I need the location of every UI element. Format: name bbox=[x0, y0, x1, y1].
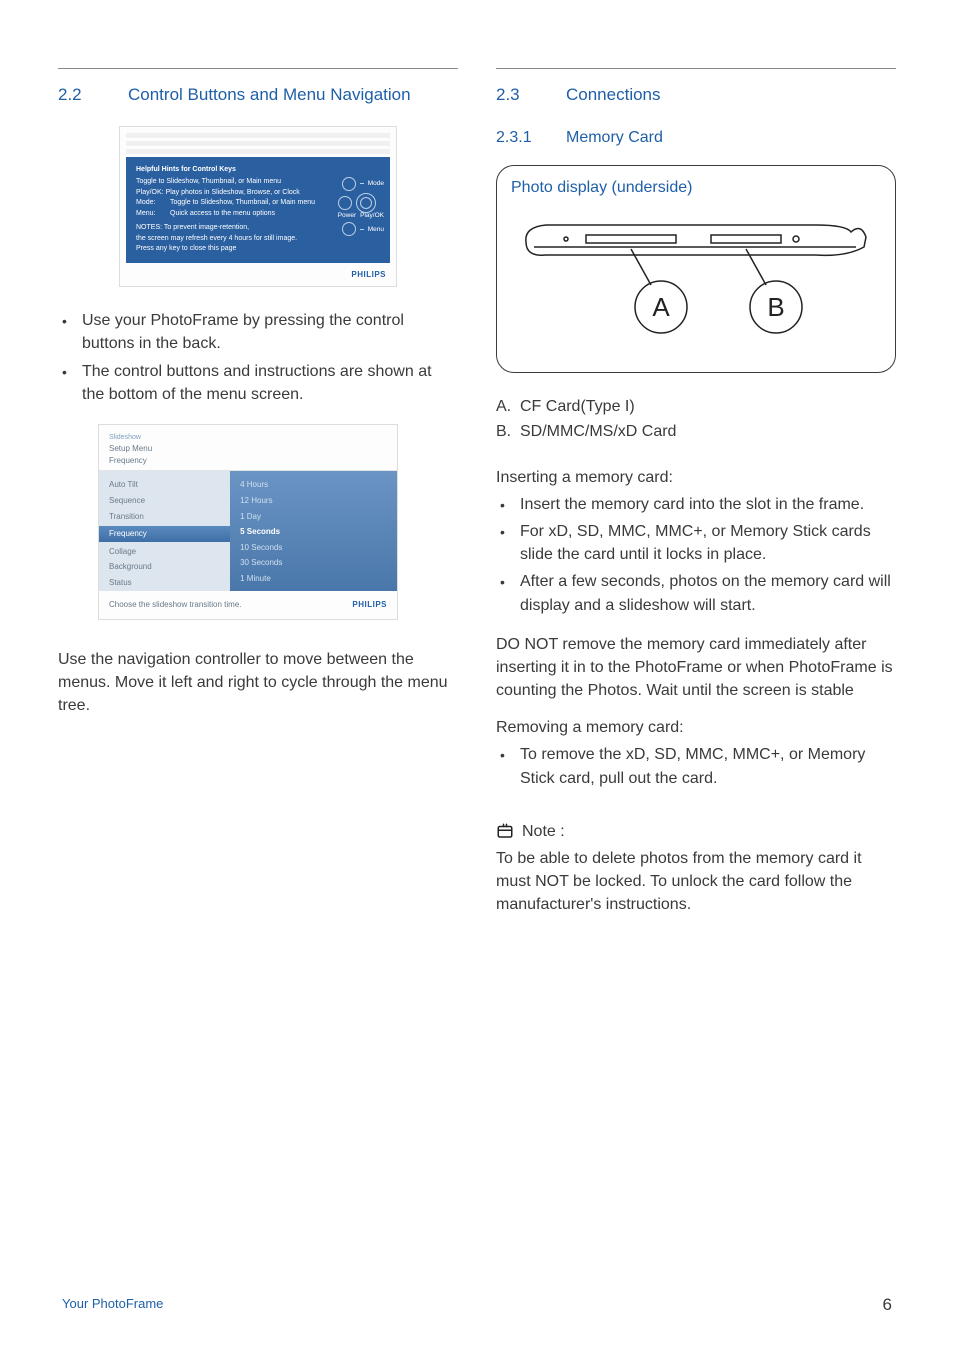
hints-key: Mode: bbox=[136, 198, 170, 209]
list-item: For xD, SD, MMC, MMC+, or Memory Stick c… bbox=[500, 520, 896, 566]
section-rule bbox=[58, 68, 458, 69]
menu-button-icon bbox=[342, 222, 356, 236]
legend-value: CF Card(Type I) bbox=[520, 395, 635, 418]
removing-bullets: To remove the xD, SD, MMC, MMC+, or Memo… bbox=[496, 743, 896, 789]
list-item-selected: Frequency bbox=[99, 526, 230, 542]
subsection-title: Memory Card bbox=[566, 126, 663, 149]
label-menu: Menu bbox=[368, 225, 384, 235]
list-item: Background bbox=[109, 561, 220, 573]
list-item: Use your PhotoFrame by pressing the cont… bbox=[62, 309, 458, 355]
note-header: Note : bbox=[496, 820, 896, 843]
removing-title: Removing a memory card: bbox=[496, 716, 896, 739]
note-body: To be able to delete photos from the mem… bbox=[496, 847, 896, 917]
footer-section-title: Your PhotoFrame bbox=[62, 1295, 163, 1314]
section-rule bbox=[496, 68, 896, 69]
hints-val: Toggle to Slideshow, Thumbnail, or Main … bbox=[170, 198, 315, 209]
list-item: Insert the memory card into the slot in … bbox=[500, 493, 896, 516]
setup-breadcrumb: Slideshow bbox=[109, 433, 387, 443]
note-label: Note : bbox=[522, 820, 565, 843]
list-item: 4 Hours bbox=[240, 479, 387, 491]
left-column: 2.2 Control Buttons and Menu Navigation … bbox=[58, 68, 458, 917]
label-power: Power bbox=[338, 211, 356, 221]
section-number: 2.3 bbox=[496, 83, 566, 108]
warning-paragraph: DO NOT remove the memory card immediatel… bbox=[496, 633, 896, 703]
figure-underside: Photo display (underside) bbox=[496, 165, 896, 373]
note-icon bbox=[496, 822, 514, 840]
subsection-number: 2.3.1 bbox=[496, 126, 566, 149]
list-item: Auto Tilt bbox=[109, 479, 220, 491]
list-item: 1 Day bbox=[240, 511, 387, 523]
hints-key: Menu: bbox=[136, 209, 170, 220]
section-number: 2.2 bbox=[58, 83, 128, 108]
hints-blue-panel: Helpful Hints for Control Keys Toggle to… bbox=[126, 157, 390, 263]
legend-key: B. bbox=[496, 420, 516, 443]
list-item: Transition bbox=[109, 511, 220, 523]
footer-page-number: 6 bbox=[883, 1293, 892, 1318]
list-item: 1 Minute bbox=[240, 573, 387, 585]
nav-pad-icon bbox=[356, 193, 376, 213]
brand-label: PHILIPS bbox=[126, 263, 390, 283]
setup-left-list: Auto Tilt Sequence Transition Frequency … bbox=[99, 471, 230, 591]
hints-header: Helpful Hints for Control Keys bbox=[136, 165, 380, 176]
page-columns: 2.2 Control Buttons and Menu Navigation … bbox=[58, 68, 896, 917]
section-heading-2-3: 2.3 Connections bbox=[496, 83, 896, 108]
figure-hints-panel: Helpful Hints for Control Keys Toggle to… bbox=[119, 126, 397, 288]
power-button-icon bbox=[338, 196, 352, 210]
brand-label: PHILIPS bbox=[352, 599, 387, 611]
underside-diagram: A B bbox=[511, 207, 881, 347]
setup-right-list: 4 Hours 12 Hours 1 Day 5 Seconds 10 Seco… bbox=[230, 471, 397, 591]
list-item: 30 Seconds bbox=[240, 557, 387, 569]
list-item-selected: 5 Seconds bbox=[240, 526, 387, 538]
subsection-heading-2-3-1: 2.3.1 Memory Card bbox=[496, 126, 896, 149]
list-item: Sequence bbox=[109, 495, 220, 507]
section-title: Connections bbox=[566, 83, 661, 108]
list-item: The control buttons and instructions are… bbox=[62, 360, 458, 406]
mode-button-icon bbox=[342, 177, 356, 191]
list-item: Collage bbox=[109, 546, 220, 558]
section-heading-2-2: 2.2 Control Buttons and Menu Navigation bbox=[58, 83, 458, 108]
hints-note-line: Press any key to close this page bbox=[136, 244, 380, 255]
right-column: 2.3 Connections 2.3.1 Memory Card Photo … bbox=[496, 68, 896, 917]
list-item: 10 Seconds bbox=[240, 542, 387, 554]
legend-value: SD/MMC/MS/xD Card bbox=[520, 420, 676, 443]
list-item: Status bbox=[109, 577, 220, 589]
figure-title: Photo display (underside) bbox=[511, 176, 881, 199]
label-a: A bbox=[652, 292, 670, 322]
label-mode: Mode bbox=[368, 179, 384, 189]
list-item: To remove the xD, SD, MMC, MMC+, or Memo… bbox=[500, 743, 896, 789]
legend-row: B. SD/MMC/MS/xD Card bbox=[496, 420, 896, 443]
navigation-paragraph: Use the navigation controller to move be… bbox=[58, 648, 458, 718]
figure-setup-menu: Slideshow Setup Menu Frequency Auto Tilt… bbox=[98, 424, 398, 620]
setup-crumb: Frequency bbox=[109, 455, 387, 467]
hints-val: Quick access to the menu options bbox=[170, 209, 275, 220]
inserting-bullets: Insert the memory card into the slot in … bbox=[496, 493, 896, 617]
bullet-list-intro: Use your PhotoFrame by pressing the cont… bbox=[58, 309, 458, 406]
legend-key: A. bbox=[496, 395, 516, 418]
section-title: Control Buttons and Menu Navigation bbox=[128, 83, 411, 108]
label-b: B bbox=[767, 292, 784, 322]
inserting-title: Inserting a memory card: bbox=[496, 466, 896, 489]
setup-caption: Choose the slideshow transition time. bbox=[109, 599, 242, 611]
list-item: 12 Hours bbox=[240, 495, 387, 507]
legend-row: A. CF Card(Type I) bbox=[496, 395, 896, 418]
legend: A. CF Card(Type I) B. SD/MMC/MS/xD Card bbox=[496, 395, 896, 443]
list-item: After a few seconds, photos on the memor… bbox=[500, 570, 896, 616]
control-diagram: Mode Power Play/OK Menu bbox=[338, 177, 384, 239]
setup-title: Setup Menu bbox=[109, 443, 387, 455]
